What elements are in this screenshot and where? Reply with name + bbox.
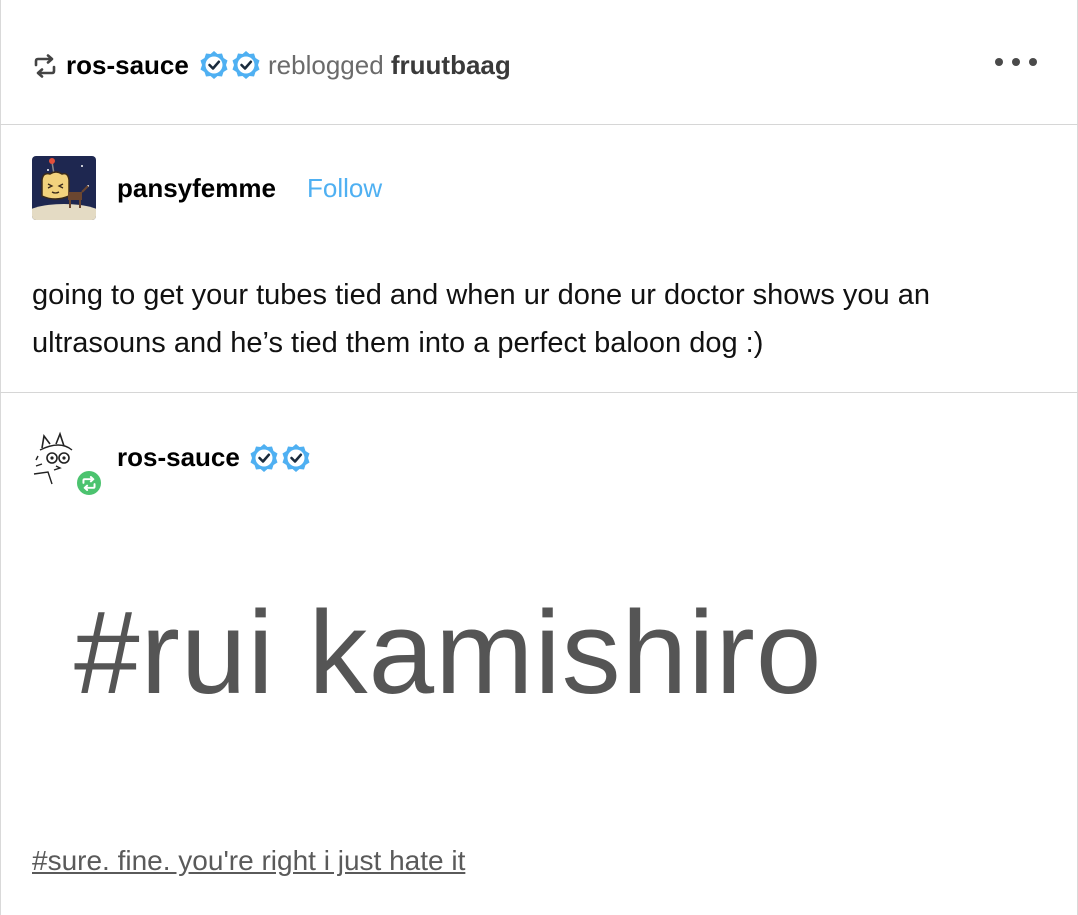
original-post: pansyfemme Follow going to get your tube… xyxy=(0,125,1078,393)
reblog-author[interactable]: ros-sauce xyxy=(117,440,240,474)
verified-badge-icon xyxy=(232,51,260,79)
avatar[interactable] xyxy=(32,156,96,220)
more-options-button[interactable] xyxy=(995,50,1037,74)
reblog-line: reblogged fruutbaag xyxy=(268,48,511,82)
verified-badges xyxy=(249,443,311,473)
tag-screenshot-text: #rui kamishiro xyxy=(74,587,823,719)
dot-icon xyxy=(1029,58,1037,66)
post-author[interactable]: pansyfemme xyxy=(117,171,276,205)
post-tag[interactable]: #sure. fine. you're right i just hate it xyxy=(32,843,465,879)
reblog-post: ros-sauce #rui kamishiro #sure. fine. yo… xyxy=(0,393,1078,915)
reblog-icon xyxy=(82,475,96,491)
reblog-header: ros-sauce reblogged fruutbaag xyxy=(0,0,1078,125)
reblog-badge xyxy=(74,468,104,498)
verified-badge-icon xyxy=(250,444,278,472)
dot-icon xyxy=(1012,58,1020,66)
source-username[interactable]: fruutbaag xyxy=(391,50,511,80)
reblog-icon xyxy=(34,54,56,78)
verified-badge-icon xyxy=(200,51,228,79)
reblogger-username[interactable]: ros-sauce xyxy=(66,48,189,82)
tag-screenshot-image: #rui kamishiro xyxy=(32,578,1062,728)
verified-badge-icon xyxy=(282,444,310,472)
post-body: going to get your tubes tied and when ur… xyxy=(32,279,930,359)
verified-badges xyxy=(199,50,261,80)
follow-button[interactable]: Follow xyxy=(307,171,382,205)
reblogged-label: reblogged xyxy=(268,50,384,80)
dot-icon xyxy=(995,58,1003,66)
